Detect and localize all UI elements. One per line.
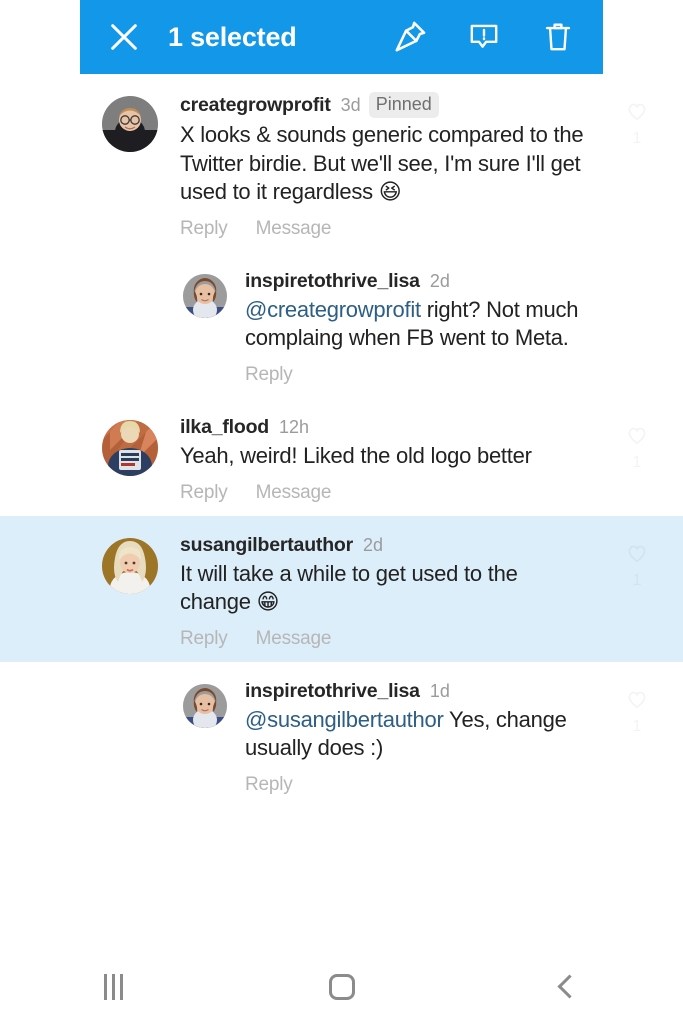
avatar-image-inspiretothrive-lisa [183,273,227,318]
avatar[interactable] [102,537,158,594]
comment-username[interactable]: susangilbertauthor [180,534,353,557]
comment-meta: inspiretothrive_lisa 1d [245,680,593,703]
avatar-image-creategrowprofit [102,96,158,152]
pin-comment-button[interactable] [387,14,433,60]
comment-text: X looks & sounds generic compared to the… [180,121,593,207]
comment-actions: Reply [245,774,593,802]
comment-meta: inspiretothrive_lisa 2d [245,270,593,293]
comment-meta: susangilbertauthor 2d [180,534,593,557]
avatar[interactable] [102,96,158,152]
trash-icon [545,23,571,51]
comment-timestamp: 12h [279,416,310,437]
avatar[interactable] [183,683,227,728]
comment-text: @creategrowprofit right? Not much compla… [245,296,593,353]
mention-link[interactable]: @creategrowprofit [245,297,421,322]
report-comment-button[interactable] [461,14,507,60]
reply-button[interactable]: Reply [245,364,293,386]
comment-text-body: It will take a while to get used to the … [180,560,518,615]
comment-body: creategrowprofit 3d Pinned X looks & sou… [158,92,683,246]
comment-item[interactable]: inspiretothrive_lisa 2d @creategrowprofi… [0,252,683,398]
back-chevron-icon [557,974,582,999]
avatar[interactable] [102,419,158,476]
android-navigation-bar [0,949,683,1024]
comment-username[interactable]: creategrowprofit [180,94,331,117]
comment-body: ilka_flood 12h Yeah, weird! Liked the ol… [158,416,683,510]
indent-spacer [0,270,183,392]
avatar-image-inspiretothrive-lisa [183,683,227,728]
comment-username[interactable]: ilka_flood [180,416,269,439]
comment-item-selected[interactable]: susangilbertauthor 2d It will take a whi… [0,515,683,662]
indent-spacer [0,680,183,802]
mention-link[interactable]: @susangilbertauthor [245,707,444,732]
comment-actions: Reply Message [180,482,593,510]
emoji-grinning: 😁 [256,589,280,615]
pin-icon [395,21,426,52]
message-button[interactable]: Message [256,628,332,650]
indent-spacer [0,534,102,656]
reply-button[interactable]: Reply [180,628,228,650]
comment-body: susangilbertauthor 2d It will take a whi… [158,534,683,656]
home-icon [328,973,355,1000]
report-exclamation-icon [470,24,498,48]
recent-apps-button[interactable] [0,949,228,1024]
comment-username[interactable]: inspiretothrive_lisa [245,270,420,293]
delete-comment-button[interactable] [535,14,581,60]
comment-actions: Reply Message [180,628,593,656]
comment-timestamp: 1d [429,680,450,701]
comment-text: @susangilbertauthor Yes, change usually … [245,706,593,763]
emoji-laughing: 😆 [378,179,402,205]
reply-button[interactable]: Reply [245,774,293,796]
home-button[interactable] [228,949,456,1024]
comment-list: creategrowprofit 3d Pinned X looks & sou… [0,74,683,949]
recent-apps-icon [104,973,124,1000]
message-button[interactable]: Message [256,482,332,504]
comment-meta: creategrowprofit 3d Pinned [180,92,593,118]
comment-text: It will take a while to get used to the … [180,560,593,617]
indent-spacer [0,416,102,510]
message-button[interactable]: Message [256,218,332,240]
comment-timestamp: 2d [429,270,450,291]
selection-count-label: 1 selected [168,21,297,52]
pinned-badge: Pinned [368,92,439,118]
close-selection-button[interactable] [104,17,144,57]
back-button[interactable] [455,949,683,1024]
comment-item[interactable]: inspiretothrive_lisa 1d @susangilbertaut… [0,662,683,808]
comment-timestamp: 3d [340,94,361,115]
close-icon [111,24,137,50]
avatar[interactable] [183,273,227,318]
reply-button[interactable]: Reply [180,482,228,504]
comment-text: Yeah, weird! Liked the old logo better [180,442,532,468]
comment-item[interactable]: creategrowprofit 3d Pinned X looks & sou… [0,74,683,252]
comment-body: inspiretothrive_lisa 1d @susangilbertaut… [227,680,683,802]
comment-actions: Reply Message [180,218,593,246]
comment-username[interactable]: inspiretothrive_lisa [245,680,420,703]
avatar-image-susangilbertauthor [102,537,158,594]
comment-meta: ilka_flood 12h [180,416,593,439]
indent-spacer [0,92,102,246]
avatar-image-ilka-flood [102,419,158,476]
selection-action-bar: 1 selected [80,0,603,74]
comment-item[interactable]: ilka_flood 12h Yeah, weird! Liked the ol… [0,398,683,516]
comment-actions: Reply [245,364,593,392]
comment-timestamp: 2d [363,534,384,555]
reply-button[interactable]: Reply [180,218,228,240]
comment-body: inspiretothrive_lisa 2d @creategrowprofi… [227,270,683,392]
instagram-comment-selection-screen: 1 selected creategrowprofit 3d Pinned X … [0,0,683,1024]
